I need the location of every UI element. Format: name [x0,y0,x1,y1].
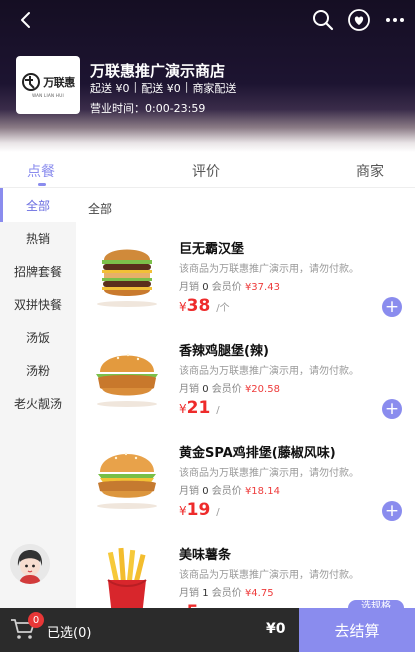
sales-label: 月销 [179,384,199,395]
product-item[interactable]: 黄金SPA鸡排堡(藤椒风味) 该商品为万联惠推广演示用，请勿付款。 月销 0 会… [76,442,415,544]
burger-double-image [88,238,166,310]
product-description: 该商品为万联惠推广演示用，请勿付款。 [179,468,359,479]
delivery-type: 商家配送 [192,82,237,95]
product-sales: 月销 0 会员价 ¥18.14 [179,482,280,497]
select-spec-button[interactable]: 选规格 [348,600,404,608]
add-to-cart-button[interactable]: + [382,399,402,419]
product-price: ¥21 / [179,398,220,418]
checkout-button[interactable]: 去结算 [299,608,415,652]
product-item[interactable]: 巨无霸汉堡 该商品为万联惠推广演示用，请勿付款。 月销 0 会员价 ¥37.43… [76,238,415,340]
product-list: 全部 巨无霸汉堡 该商品为万联惠推广演示用，请勿付款。 月销 0 会员价 ¥37… [76,188,415,608]
customer-service-avatar[interactable] [10,544,50,584]
fries-image [88,544,166,608]
category-sidebar: 全部 热销 招牌套餐 双拼快餐 汤饭 汤粉 老火靓汤 [0,188,76,608]
product-name: 巨无霸汉堡 [179,242,245,257]
burger-chicken-image [88,340,166,412]
price-unit: / [216,507,220,518]
selected-count: 已选(0) [47,626,92,641]
product-name: 香辣鸡腿堡(辣) [179,344,269,359]
product-price: ¥38 /个 [179,296,230,316]
tab-reviews[interactable]: 评价 [192,161,220,181]
more-icon[interactable] [381,6,409,34]
delivery-fee: 配送 ¥0 [141,82,181,95]
cart-bar: 0 已选(0) ¥0 去结算 [0,608,415,652]
sales-count: 0 [202,486,209,497]
sales-label: 月销 [179,588,199,599]
search-icon[interactable] [309,6,337,34]
product-description: 该商品为万联惠推广演示用，请勿付款。 [179,264,359,275]
sales-count: 0 [202,282,209,293]
sales-label: 月销 [179,486,199,497]
vip-price: ¥37.43 [244,282,280,293]
back-arrow-icon[interactable] [14,8,38,32]
product-sales: 月销 1 会员价 ¥4.75 [179,584,274,599]
product-name: 美味薯条 [179,548,232,563]
vip-price: ¥4.75 [244,588,274,599]
logo-text: 万联惠 [43,76,75,89]
category-signature-set[interactable]: 招牌套餐 [0,254,76,288]
shop-page: 万联惠 WAN LIAN HUI 万联惠推广演示商店 起送 ¥0 | 配送 ¥0… [0,0,415,652]
tab-order[interactable]: 点餐 [27,161,55,181]
min-order: 起送 ¥0 [90,82,130,95]
currency-symbol: ¥ [179,402,187,416]
header-actions [309,6,409,34]
tab-merchant[interactable]: 商家 [356,161,384,181]
shop-name: 万联惠推广演示商店 [90,62,226,80]
category-all[interactable]: 全部 [0,188,76,222]
divider: | [184,80,189,93]
product-description: 该商品为万联惠推广演示用，请勿付款。 [179,366,359,377]
currency-symbol: ¥ [179,504,187,518]
business-hours: 营业时间：0:00-23:59 [90,102,206,115]
shop-tabs: 点餐 评价 商家 [0,152,415,188]
favorite-icon[interactable] [345,6,373,34]
category-soup-rice[interactable]: 汤饭 [0,320,76,354]
product-item[interactable]: 香辣鸡腿堡(辣) 该商品为万联惠推广演示用，请勿付款。 月销 0 会员价 ¥20… [76,340,415,442]
product-description: 该商品为万联惠推广演示用，请勿付款。 [179,570,359,581]
sales-count: 1 [202,588,209,599]
sales-count: 0 [202,384,209,395]
sales-label: 月销 [179,282,199,293]
cart-total: ¥0 [266,621,286,637]
product-price: ¥19 / [179,500,220,520]
vip-price: ¥20.58 [244,384,280,395]
product-sales: 月销 0 会员价 ¥20.58 [179,380,280,395]
price-unit: /个 [216,303,230,314]
vip-price: ¥18.14 [244,486,280,497]
product-item[interactable]: 美味薯条 该商品为万联惠推广演示用，请勿付款。 月销 1 会员价 ¥4.75 ¥… [76,544,415,608]
vip-label: 会员价 [211,588,242,599]
currency-symbol: ¥ [179,300,187,314]
section-title: 全部 [88,202,113,216]
price-value: 19 [186,500,211,520]
price-value: 38 [186,296,211,316]
tab-indicator [38,183,46,186]
price-unit: / [216,405,220,416]
product-sales: 月销 0 会员价 ¥37.43 [179,278,280,293]
vip-label: 会员价 [211,282,242,293]
vip-label: 会员价 [211,384,242,395]
category-slow-soup[interactable]: 老火靓汤 [0,386,76,420]
add-to-cart-button[interactable]: + [382,501,402,521]
divider: | [133,80,138,93]
category-soup-noodles[interactable]: 汤粉 [0,353,76,387]
cart-count-badge: 0 [28,612,44,628]
product-name: 黄金SPA鸡排堡(藤椒风味) [179,446,336,461]
burger-spa-image [88,442,166,514]
shop-meta: 起送 ¥0 | 配送 ¥0 | 商家配送 [90,80,236,96]
category-double-combo[interactable]: 双拼快餐 [0,287,76,321]
logo-subtext: WAN LIAN HUI [32,93,64,98]
price-value: 21 [186,398,211,418]
vip-label: 会员价 [211,486,242,497]
add-to-cart-button[interactable]: + [382,297,402,317]
shop-header: 万联惠 WAN LIAN HUI 万联惠推广演示商店 起送 ¥0 | 配送 ¥0… [0,0,415,152]
category-hot[interactable]: 热销 [0,221,76,255]
logo-mark-icon [22,73,41,91]
shop-logo: 万联惠 WAN LIAN HUI [16,56,80,114]
